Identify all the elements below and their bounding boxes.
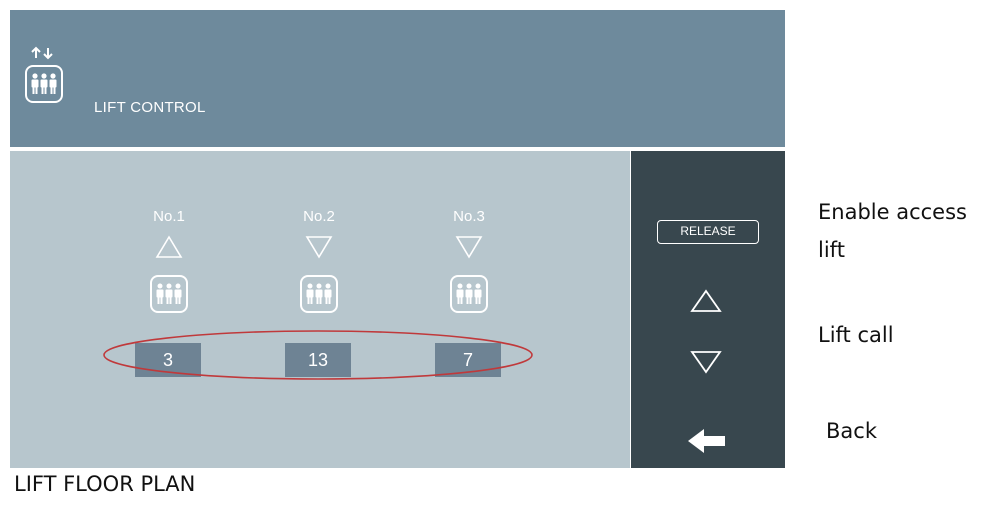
release-button[interactable]: RELEASE [657,220,759,244]
floor-indicator: 7 [435,343,501,377]
control-sidebar: RELEASE [631,151,785,468]
elevator-icon [300,275,338,313]
annotation-enable-access: Enable access lift [818,193,967,269]
intercom-screen: LIFT CONTROL No.1 3 No.2 13 No.3 7 RELEA… [10,10,785,468]
direction-down-icon [305,236,333,259]
header-bar: LIFT CONTROL [10,10,785,147]
elevator-icon [150,275,188,313]
floor-indicator: 3 [135,343,201,377]
lift-card-3[interactable]: No.3 7 [424,151,514,468]
lift-label: No.1 [153,208,185,225]
annotation-line: Enable access [818,200,967,224]
lift-status-panel: No.1 3 No.2 13 No.3 7 [10,151,630,468]
floor-indicator: 13 [285,343,351,377]
page-title: LIFT CONTROL [94,99,206,116]
lift-label: No.3 [453,208,485,225]
lift-label: No.2 [303,208,335,225]
triangle-up-icon[interactable] [683,283,729,319]
elevator-icon [450,275,488,313]
elevator-people-icon [25,46,63,103]
annotation-line: lift [818,238,845,262]
triangle-down-icon[interactable] [683,344,729,380]
lift-card-2[interactable]: No.2 13 [274,151,364,468]
direction-up-icon [155,235,183,258]
arrow-left-icon[interactable] [683,421,729,461]
lift-card-1[interactable]: No.1 3 [124,151,214,468]
direction-down-icon [455,236,483,259]
annotation-back: Back [826,419,877,443]
annotation-lift-call: Lift call [818,323,894,347]
figure-caption: LIFT FLOOR PLAN [14,472,196,496]
